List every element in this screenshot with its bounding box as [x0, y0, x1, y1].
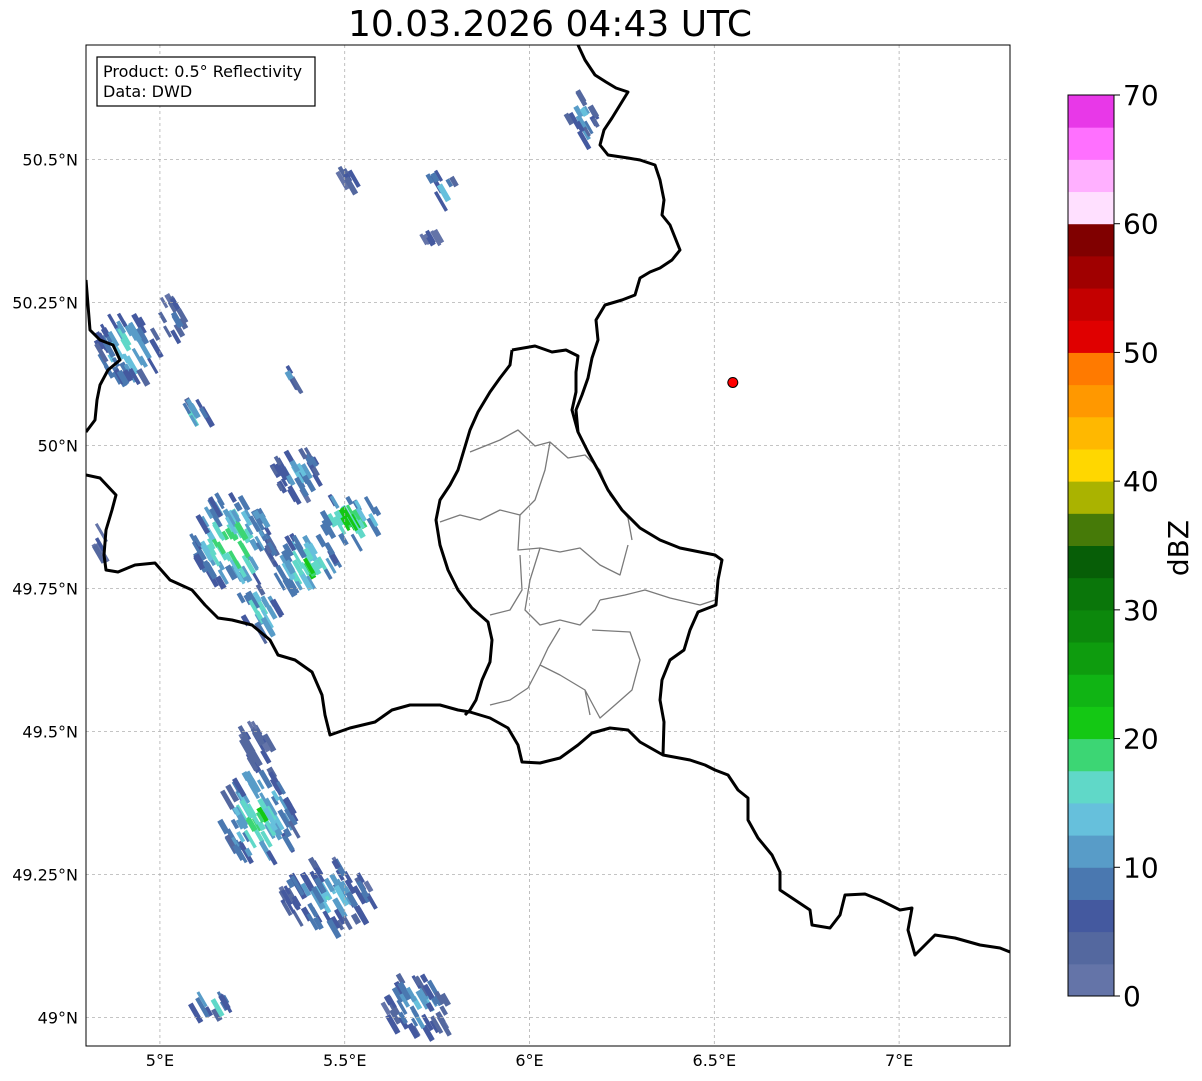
colorbar-swatch	[1068, 609, 1114, 643]
reflectivity-echoes	[91, 73, 600, 1042]
radar-map: 5°E 5.5°E 6°E 6.5°E 7°E 50.5°N 50.25°N 50°N 49.7…	[12, 44, 1011, 1070]
colorbar-swatch	[1068, 159, 1114, 193]
colorbar-label: dBZ	[1162, 520, 1195, 576]
echo-cell	[237, 720, 277, 774]
colorbar-tick-label: 40	[1123, 465, 1159, 498]
colorbar-tick-label: 0	[1123, 980, 1141, 1013]
colorbar-swatch	[1068, 255, 1114, 289]
location-marker	[727, 376, 739, 388]
echo-cell	[380, 972, 452, 1042]
x-tick-label: 7°E	[885, 1051, 913, 1070]
echo-cell	[335, 165, 361, 196]
y-tick-label: 49°N	[38, 1008, 78, 1027]
info-data-source: Data: DWD	[103, 82, 192, 101]
colorbar-swatch	[1068, 288, 1114, 321]
x-tick-label: 6°E	[515, 1051, 543, 1070]
echo-cell	[217, 766, 301, 866]
echo-cell	[272, 532, 343, 598]
axis-ticks: 5°E 5.5°E 6°E 6.5°E 7°E 50.5°N 50.25°N 50°N 49.7…	[12, 150, 913, 1070]
luxembourg-canton-boundaries	[439, 429, 716, 719]
colorbar-swatch	[1068, 127, 1114, 160]
echo-cell	[188, 991, 233, 1024]
y-tick-label: 49.75°N	[12, 579, 78, 598]
colorbar-swatch	[1068, 577, 1114, 611]
colorbar-swatch	[1068, 223, 1114, 257]
colorbar-tick-label: 20	[1123, 723, 1159, 756]
luxembourg-border	[434, 344, 724, 756]
y-tick-label: 49.25°N	[12, 865, 78, 884]
colorbar-frame	[1067, 94, 1115, 997]
echo-cell	[419, 228, 445, 247]
colorbar-swatch	[1068, 384, 1114, 418]
colorbar-ticks: 0 10 20 30 40 50 60 70	[1114, 79, 1159, 1013]
colorbar-swatch	[1068, 835, 1114, 868]
colorbar-swatch	[1068, 416, 1114, 450]
colorbar-swatch	[1068, 513, 1114, 546]
echo-cell	[189, 492, 280, 590]
colorbar-swatch	[1068, 674, 1114, 707]
colorbar-tick-label: 60	[1123, 208, 1159, 241]
x-tick-label: 5.5°E	[323, 1051, 367, 1070]
colorbar-swatch	[1068, 320, 1114, 353]
echo-cell	[284, 364, 304, 395]
colorbar-swatch	[1068, 448, 1114, 482]
colorbar-swatch	[1068, 867, 1114, 900]
colorbar-swatches	[1068, 95, 1114, 997]
x-tick-label: 5°E	[146, 1051, 174, 1070]
colorbar-tick-label: 70	[1123, 79, 1159, 112]
y-tick-label: 50.25°N	[12, 293, 78, 312]
echo-cell	[563, 89, 600, 151]
map-borders	[86, 45, 1010, 957]
info-box: Product: 0.5° Reflectivity Data: DWD	[96, 56, 316, 107]
x-tick-label: 6.5°E	[693, 1051, 737, 1070]
echo-cell	[278, 856, 378, 939]
y-tick-label: 50.5°N	[22, 150, 78, 169]
echo-cell	[236, 583, 285, 645]
colorbar-swatch	[1068, 770, 1114, 804]
echo-cell	[425, 169, 459, 212]
y-tick-label: 50°N	[38, 436, 78, 455]
info-product: Product: 0.5° Reflectivity	[103, 62, 302, 81]
echo-cell	[269, 446, 323, 506]
y-tick-label: 49.5°N	[22, 722, 78, 741]
colorbar-swatch	[1068, 931, 1114, 965]
colorbar-swatch	[1068, 738, 1114, 772]
colorbar-tick-label: 30	[1123, 594, 1159, 627]
colorbar-swatch	[1068, 191, 1114, 225]
colorbar-tick-label: 50	[1123, 336, 1159, 369]
international-border	[86, 45, 1010, 957]
echo-cell	[182, 397, 215, 428]
colorbar-swatch	[1068, 706, 1114, 740]
colorbar-swatch	[1068, 642, 1114, 675]
colorbar-swatch	[1068, 545, 1114, 579]
colorbar-swatch	[1068, 963, 1114, 997]
colorbar-swatch	[1068, 899, 1114, 933]
echo-cell	[158, 292, 189, 345]
colorbar-tick-label: 10	[1123, 851, 1159, 884]
colorbar-swatch	[1068, 95, 1114, 128]
colorbar-swatch	[1068, 352, 1114, 386]
colorbar-swatch	[1068, 802, 1114, 836]
colorbar-swatch	[1068, 481, 1114, 514]
